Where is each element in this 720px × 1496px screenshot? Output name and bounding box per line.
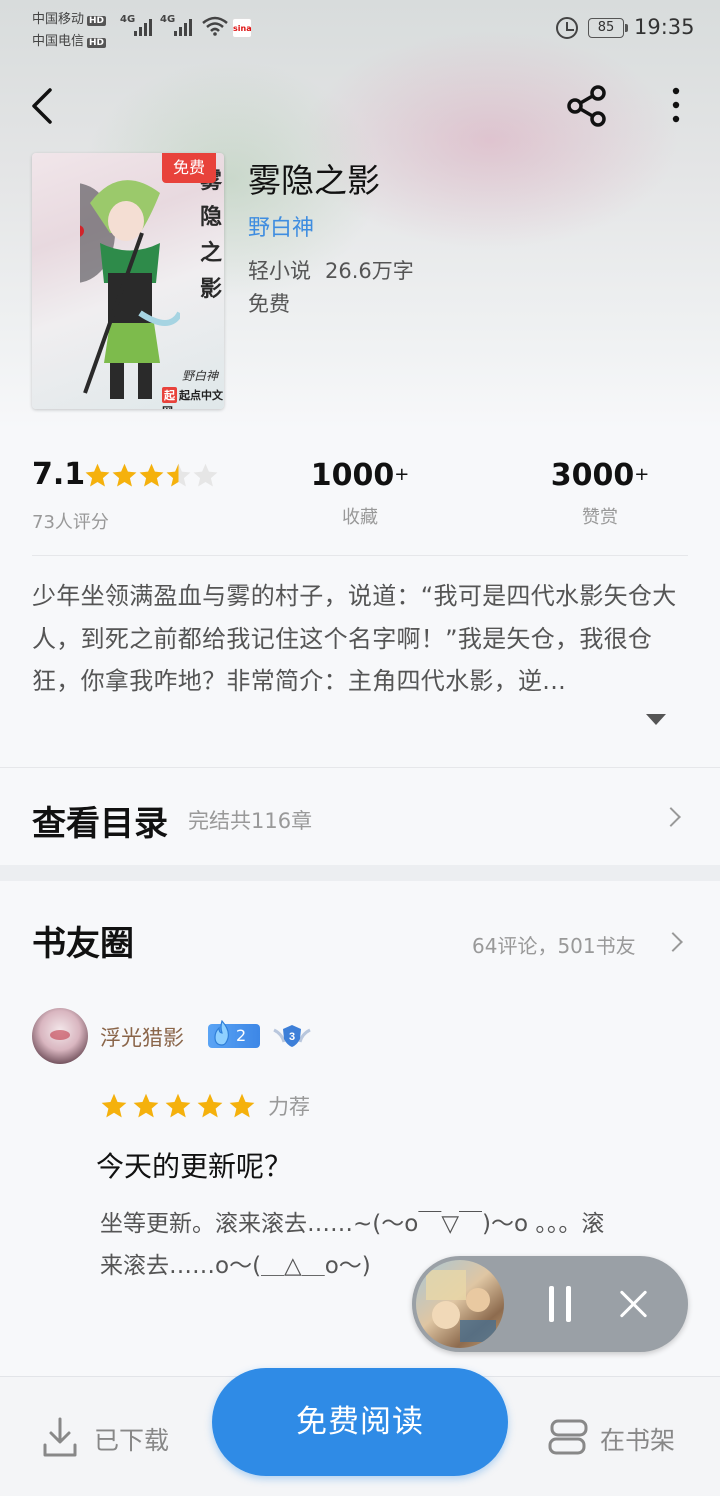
fan-fire-badge: 2 — [208, 1020, 260, 1048]
battery-icon: 85 — [588, 18, 628, 38]
carrier-2: 中国电信 HD — [32, 34, 107, 49]
chevron-right-icon[interactable] — [663, 932, 683, 952]
cover-signature: 野白神 — [182, 369, 219, 383]
expand-icon[interactable] — [646, 714, 666, 725]
more-icon[interactable] — [664, 86, 688, 126]
cover-illustration — [80, 180, 180, 399]
toc-title: 查看目录 — [32, 804, 168, 844]
star-icon — [133, 1093, 159, 1118]
book-meta: 轻小说 26.6万字 — [248, 255, 414, 285]
download-icon[interactable] — [42, 1417, 78, 1459]
book-description[interactable]: 少年坐领满盈血与雾的村子，说道：“我可是四代水影矢仓大人，到死之前都给我记住这个… — [32, 575, 692, 703]
cover-free-tag: 免费 — [162, 153, 216, 183]
signal-icon — [134, 18, 156, 36]
free-read-button[interactable]: 免费阅读 — [212, 1368, 508, 1476]
player-thumbnail[interactable] — [416, 1260, 504, 1348]
review-username[interactable]: 浮光猎影 — [100, 1022, 184, 1052]
signal-icon — [174, 18, 196, 36]
rewards-plus: + — [634, 464, 650, 485]
star-icon — [101, 1093, 127, 1118]
table-of-contents-row[interactable]: 查看目录 完结共116章 — [0, 767, 720, 865]
cover-calligraphy: 雾隐之影 — [200, 168, 223, 302]
alarm-icon — [556, 17, 578, 39]
book-author-link[interactable]: 野白神 — [248, 210, 314, 242]
divider — [32, 555, 688, 556]
level-badge-icon: 3 — [273, 1025, 311, 1047]
book-circle-title: 书友圈 — [32, 924, 134, 964]
favorites-label: 收藏 — [342, 507, 378, 528]
section-separator — [0, 865, 720, 881]
book-cover[interactable]: 雾隐之影 免费 野白神 起起点中文网 — [32, 153, 224, 409]
favorites-plus: + — [394, 464, 410, 485]
book-circle-meta[interactable]: 64评论，501书友 — [472, 930, 636, 959]
pause-icon[interactable] — [544, 1286, 576, 1322]
carrier-1: 中国移动 HD — [32, 12, 107, 27]
floating-audio-player[interactable] — [412, 1256, 688, 1352]
book-title: 雾隐之影 — [248, 161, 380, 200]
star-icon — [139, 463, 164, 487]
avatar[interactable] — [32, 1008, 88, 1064]
share-icon[interactable] — [564, 84, 612, 128]
rating-score: 7.1 — [32, 457, 86, 492]
star-icon — [85, 463, 110, 487]
chevron-right-icon — [661, 807, 681, 827]
star-icon — [197, 1093, 223, 1118]
wifi-icon — [202, 16, 228, 36]
on-shelf-button[interactable]: 在书架 — [600, 1421, 675, 1457]
book-category: 轻小说 — [248, 259, 311, 283]
star-icon — [193, 463, 218, 487]
rating-count: 73人评分 — [32, 512, 109, 533]
cover-publisher-logo: 起起点中文网 — [162, 387, 223, 409]
book-word-count: 26.6万字 — [325, 259, 414, 283]
star-icon — [165, 1093, 191, 1118]
review-stars — [100, 1092, 256, 1120]
network-type-2: 4G — [160, 14, 176, 25]
network-type-1: 4G — [120, 14, 136, 25]
star-icon — [166, 463, 191, 487]
favorites-stat: 1000+ 收藏 — [280, 458, 440, 529]
favorites-value: 1000 — [310, 458, 395, 493]
rewards-label: 赞赏 — [582, 507, 618, 528]
toc-chapter-count: 完结共116章 — [188, 809, 313, 833]
back-icon[interactable] — [28, 86, 64, 126]
review-tag: 力荐 — [268, 1095, 310, 1119]
clock: 19:35 — [634, 15, 695, 39]
rating-stars — [84, 462, 219, 490]
downloaded-button[interactable]: 已下载 — [94, 1421, 169, 1457]
star-icon — [112, 463, 137, 487]
review-title[interactable]: 今天的更新呢？ — [96, 1145, 292, 1185]
sina-icon: sina — [232, 18, 252, 38]
star-icon — [229, 1093, 255, 1118]
bookshelf-icon[interactable] — [546, 1419, 590, 1457]
close-icon[interactable] — [618, 1288, 650, 1320]
fire-level: 2 — [236, 1026, 247, 1045]
status-bar: 中国移动 HD 中国电信 HD 4G 4G sina 85 19:35 — [0, 0, 720, 58]
book-price: 免费 — [248, 292, 290, 316]
flame-icon — [214, 1020, 229, 1046]
rewards-value: 3000 — [550, 458, 635, 493]
fan-level: 3 — [289, 1031, 295, 1043]
rewards-stat[interactable]: 3000+ 赞赏 — [520, 458, 680, 529]
